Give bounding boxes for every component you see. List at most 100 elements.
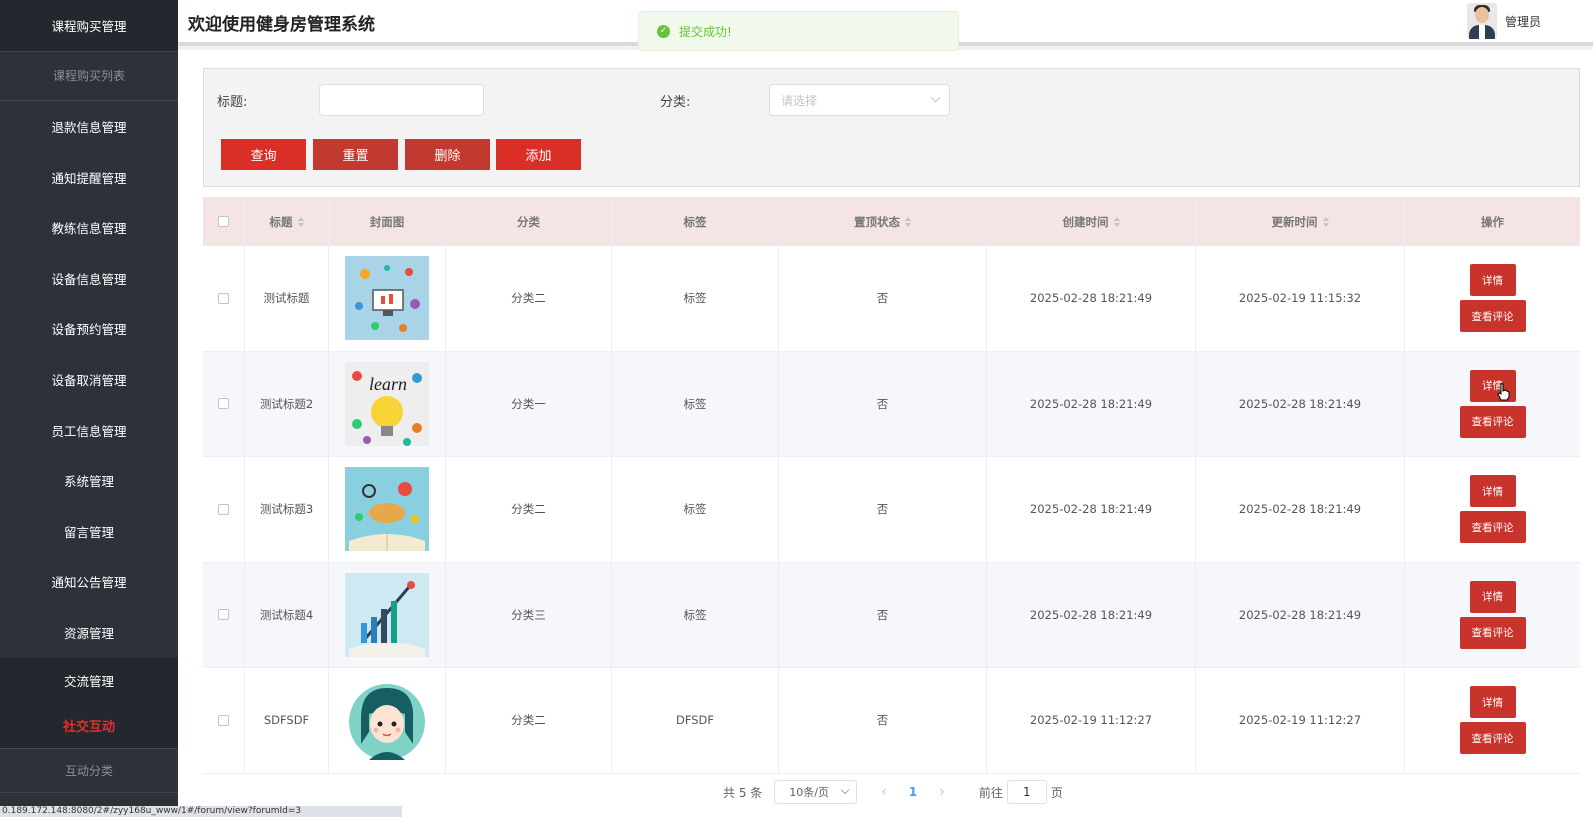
title-input[interactable]	[319, 84, 484, 116]
row-category: 分类二	[446, 457, 612, 562]
detail-button[interactable]: 详情	[1469, 264, 1516, 297]
svg-text:learn: learn	[369, 374, 407, 394]
chevron-down-icon	[930, 92, 941, 103]
row-checkbox[interactable]	[218, 292, 229, 304]
sidebar-item-equipment-booking[interactable]: 设备预约管理	[0, 304, 178, 355]
user-menu[interactable]: 管理员	[1466, 3, 1541, 39]
table-row: 测试标题3 分类二 标签 否 2025-02-28 18:21:49 2025-…	[203, 457, 1580, 563]
row-created: 2025-02-28 18:21:49	[987, 351, 1196, 456]
row-updated: 2025-02-28 18:21:49	[1196, 562, 1405, 667]
view-comments-button[interactable]: 查看评论	[1459, 300, 1526, 333]
row-checkbox[interactable]	[218, 503, 229, 515]
view-comments-button[interactable]: 查看评论	[1459, 511, 1526, 544]
detail-button[interactable]: 详情	[1469, 686, 1516, 719]
category-select[interactable]: 请选择	[769, 84, 950, 116]
sidebar-item-equipment-cancel[interactable]: 设备取消管理	[0, 354, 178, 405]
header-updated[interactable]: 更新时间	[1196, 197, 1405, 246]
prev-page-icon[interactable]: ‹	[881, 784, 887, 800]
row-updated: 2025-02-19 11:15:32	[1196, 246, 1405, 351]
page-number-current[interactable]: 1	[909, 785, 917, 799]
pagination: 共 5 条 10条/页 ‹ 1 › 前往 1 页	[723, 780, 1063, 804]
select-all-checkbox[interactable]	[218, 216, 229, 227]
sidebar-item-system[interactable]: 系统管理	[0, 455, 178, 506]
sidebar-item-notify-remind[interactable]: 通知提醒管理	[0, 152, 178, 203]
row-tag: 标签	[612, 351, 779, 456]
view-comments-button[interactable]: 查看评论	[1459, 405, 1526, 438]
category-label: 分类:	[660, 95, 691, 110]
reset-button[interactable]: 重置	[313, 139, 398, 170]
sidebar-item-coach[interactable]: 教练信息管理	[0, 202, 178, 253]
sidebar-item-social[interactable]: 社交互动	[0, 702, 178, 748]
sort-icon[interactable]	[297, 216, 304, 227]
sidebar-item-interaction-category[interactable]: 互动分类	[0, 747, 178, 793]
row-checkbox[interactable]	[218, 398, 229, 410]
detail-button[interactable]: 详情	[1469, 475, 1516, 508]
row-title: 测试标题3	[245, 457, 329, 562]
view-comments-button[interactable]: 查看评论	[1459, 722, 1526, 755]
next-page-icon[interactable]: ›	[939, 784, 945, 800]
header-select-all[interactable]	[203, 197, 245, 246]
row-category: 分类二	[446, 246, 612, 351]
sidebar-item-exchange[interactable]: 交流管理	[0, 657, 178, 703]
row-created: 2025-02-19 11:12:27	[987, 668, 1196, 773]
goto-label: 前往	[978, 785, 1003, 800]
cover-image	[345, 467, 429, 552]
row-title: 测试标题4	[245, 562, 329, 667]
row-updated: 2025-02-28 18:21:49	[1196, 351, 1405, 456]
avatar[interactable]	[1466, 3, 1497, 39]
sort-icon[interactable]	[1322, 216, 1329, 227]
row-checkbox[interactable]	[218, 609, 229, 621]
sidebar-item-resource[interactable]: 资源管理	[0, 607, 178, 658]
sidebar: 课程购买管理 课程购买列表 退款信息管理 通知提醒管理 教练信息管理 设备信息管…	[0, 0, 178, 817]
sidebar-item-staff[interactable]: 员工信息管理	[0, 405, 178, 456]
row-checkbox[interactable]	[218, 714, 229, 726]
table-row: 测试标题 分类二 标签 否 2025-02-28 18:21:49 2025-0…	[203, 246, 1580, 352]
data-table: 标题 封面图 分类 标签 置顶状态 创建时间 更新时间 操作 测试标题 分类二 …	[203, 197, 1580, 774]
toast-text: 提交成功!	[679, 24, 732, 39]
header-created[interactable]: 创建时间	[987, 197, 1196, 246]
row-updated: 2025-02-19 11:12:27	[1196, 668, 1405, 773]
row-pinned: 否	[779, 246, 987, 351]
sort-icon[interactable]	[905, 216, 911, 227]
header-pinned[interactable]: 置顶状态	[779, 197, 987, 246]
row-title: SDFSDF	[245, 668, 329, 773]
add-button[interactable]: 添加	[496, 139, 581, 170]
delete-button[interactable]: 删除	[405, 139, 490, 170]
row-pinned: 否	[779, 351, 987, 456]
row-created: 2025-02-28 18:21:49	[987, 457, 1196, 562]
row-title: 测试标题	[245, 246, 329, 351]
cover-image	[345, 678, 429, 763]
row-created: 2025-02-28 18:21:49	[987, 246, 1196, 351]
header-cover: 封面图	[329, 197, 446, 246]
detail-button[interactable]: 详情	[1469, 580, 1516, 613]
title-label: 标题:	[217, 95, 248, 110]
sort-icon[interactable]	[1113, 216, 1120, 227]
sidebar-item-equipment[interactable]: 设备信息管理	[0, 253, 178, 304]
query-button[interactable]: 查询	[221, 139, 306, 170]
row-created: 2025-02-28 18:21:49	[987, 562, 1196, 667]
view-comments-button[interactable]: 查看评论	[1459, 616, 1526, 649]
pager-total: 共 5 条	[723, 785, 763, 800]
row-category: 分类三	[446, 562, 612, 667]
table-row: 测试标题4 分类三 标签 否 2025-02-28 18:21:49 2025-…	[203, 562, 1580, 668]
category-select-placeholder: 请选择	[781, 93, 818, 108]
main-content: 标题: 分类: 请选择 查询 重置 删除 添加 标题 封面图 分类 标签 置顶状…	[178, 50, 1593, 817]
row-updated: 2025-02-28 18:21:49	[1196, 457, 1405, 562]
header-title[interactable]: 标题	[245, 197, 329, 246]
sidebar-item-announcement[interactable]: 通知公告管理	[0, 557, 178, 608]
success-toast: ✓ 提交成功!	[638, 11, 959, 51]
goto-page-input[interactable]: 1	[1006, 780, 1047, 804]
row-tag: 标签	[612, 246, 779, 351]
cover-image: learn	[345, 361, 429, 446]
status-bar-url: 0.189.172.148:8080/2#/zyy168u_www/1#/for…	[0, 806, 402, 817]
sidebar-item-course-purchase[interactable]: 课程购买管理	[0, 0, 178, 51]
user-name[interactable]: 管理员	[1505, 13, 1541, 30]
check-circle-icon: ✓	[657, 24, 670, 38]
table-header: 标题 封面图 分类 标签 置顶状态 创建时间 更新时间 操作	[203, 197, 1580, 246]
page-size-select[interactable]: 10条/页	[774, 780, 858, 804]
sidebar-item-refund[interactable]: 退款信息管理	[0, 101, 178, 152]
sidebar-item-message[interactable]: 留言管理	[0, 506, 178, 557]
row-tag: 标签	[612, 562, 779, 667]
row-tag: 标签	[612, 457, 779, 562]
sidebar-item-course-purchase-list[interactable]: 课程购买列表	[0, 50, 178, 102]
